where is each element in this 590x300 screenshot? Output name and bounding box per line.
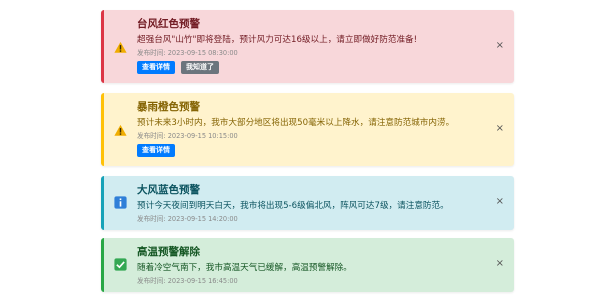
view-details-button[interactable]: 查看详情 xyxy=(137,61,175,74)
alert-wind-blue: 大风蓝色预警 预计今天夜间到明天白天，我市将出现5-6级偏北风，阵风可达7级，请… xyxy=(101,176,514,230)
alert-title: 大风蓝色预警 xyxy=(137,184,200,196)
alert-timestamp: 发布时间: 2023-09-15 08:30:00 xyxy=(137,49,238,57)
info-icon xyxy=(114,196,127,209)
alert-timestamp: 发布时间: 2023-09-15 16:45:00 xyxy=(137,277,238,285)
close-icon[interactable]: × xyxy=(496,197,504,207)
alert-title: 暴雨橙色预警 xyxy=(137,101,200,113)
alert-timestamp: 发布时间: 2023-09-15 10:15:00 xyxy=(137,132,238,140)
alert-message: 随着冷空气南下，我市高温天气已缓解，高温预警解除。 xyxy=(137,263,352,273)
alert-message: 超强台风"山竹"即将登陆，预计风力可达16级以上，请立即做好防范准备! xyxy=(137,35,418,45)
close-icon[interactable]: × xyxy=(496,41,504,51)
alert-actions: 查看详情 xyxy=(137,144,175,157)
alert-typhoon-red: 台风红色预警 超强台风"山竹"即将登陆，预计风力可达16级以上，请立即做好防范准… xyxy=(101,10,514,83)
alert-rainstorm-orange: 暴雨橙色预警 预计未来3小时内，我市大部分地区将出现50毫米以上降水，请注意防范… xyxy=(101,93,514,166)
alert-title: 高温预警解除 xyxy=(137,246,200,258)
check-icon xyxy=(114,258,127,271)
alert-message: 预计今天夜间到明天白天，我市将出现5-6级偏北风，阵风可达7级，请注意防范。 xyxy=(137,201,449,211)
warning-triangle-icon xyxy=(114,41,127,53)
alert-title: 台风红色预警 xyxy=(137,18,200,30)
alert-timestamp: 发布时间: 2023-09-15 14:20:00 xyxy=(137,215,238,223)
alert-message: 预计未来3小时内，我市大部分地区将出现50毫米以上降水，请注意防范城市内涝。 xyxy=(137,118,455,128)
close-icon[interactable]: × xyxy=(496,124,504,134)
view-details-button[interactable]: 查看详情 xyxy=(137,144,175,157)
close-icon[interactable]: × xyxy=(496,259,504,269)
alert-heat-lifted: 高温预警解除 随着冷空气南下，我市高温天气已缓解，高温预警解除。 发布时间: 2… xyxy=(101,238,514,292)
alert-actions: 查看详情 我知道了 xyxy=(137,61,219,74)
warning-triangle-icon xyxy=(114,124,127,136)
acknowledge-button[interactable]: 我知道了 xyxy=(181,61,219,74)
